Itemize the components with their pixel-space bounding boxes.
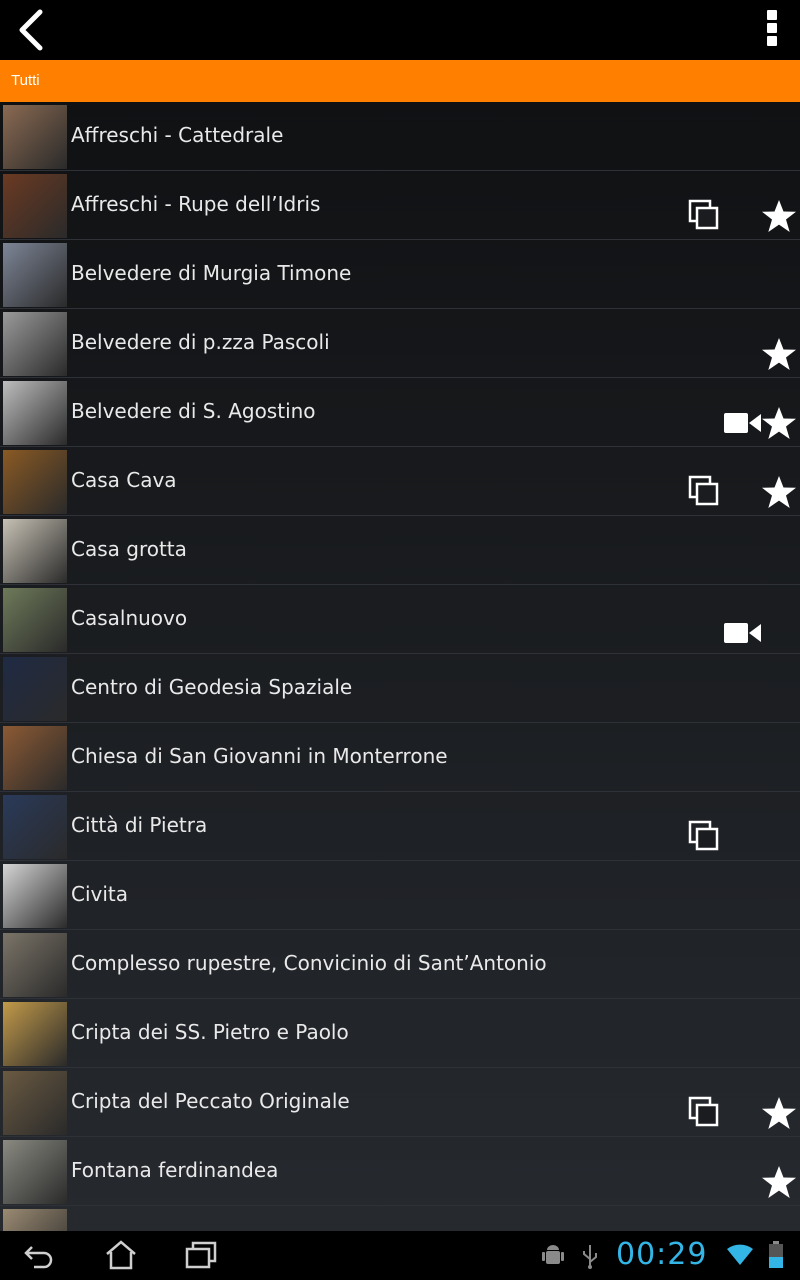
item-thumbnail xyxy=(3,312,67,376)
list-item[interactable]: Complesso rupestre, Convicinio di Sant’A… xyxy=(0,930,800,999)
list-item[interactable]: Chiesa di San Giovanni in Monterrone xyxy=(0,723,800,792)
filter-bar[interactable]: Tutti xyxy=(0,60,800,102)
nav-home-icon[interactable] xyxy=(104,1239,138,1271)
star-icon xyxy=(761,1165,797,1199)
list-item[interactable]: Belvedere di Murgia Timone xyxy=(0,240,800,309)
item-title: Cripta dei SS. Pietro e Paolo xyxy=(71,1020,349,1044)
usb-icon xyxy=(580,1243,600,1273)
poi-list[interactable]: Affreschi - Cattedrale Affreschi - Rupe d… xyxy=(0,102,800,1231)
item-thumbnail xyxy=(3,588,67,652)
item-thumbnail xyxy=(3,519,67,583)
item-thumbnail xyxy=(3,795,67,859)
android-debug-icon xyxy=(541,1243,565,1273)
battery-icon xyxy=(768,1241,784,1273)
system-navigation-bar: 00:29 xyxy=(0,1231,800,1280)
video-camera-icon xyxy=(724,621,762,645)
item-title: Città di Pietra xyxy=(71,813,208,837)
video-camera-icon xyxy=(724,411,762,435)
gallery-icon xyxy=(688,199,720,231)
filter-label: Tutti xyxy=(11,72,40,89)
item-thumbnail xyxy=(3,105,67,169)
item-title: Civita xyxy=(71,882,129,906)
item-title: Affreschi - Rupe dell’Idris xyxy=(71,192,321,216)
list-item[interactable]: Centro di Geodesia Spaziale xyxy=(0,654,800,723)
overflow-menu-icon[interactable] xyxy=(758,8,786,52)
star-icon xyxy=(761,1096,797,1130)
action-bar xyxy=(0,0,800,60)
item-title: Belvedere di p.zza Pascoli xyxy=(71,330,330,354)
item-thumbnail xyxy=(3,1002,67,1066)
item-thumbnail xyxy=(3,243,67,307)
item-thumbnail xyxy=(3,933,67,997)
list-item[interactable]: Belvedere di S. Agostino xyxy=(0,378,800,447)
star-icon xyxy=(761,337,797,371)
back-chevron-icon[interactable] xyxy=(8,6,56,54)
star-icon xyxy=(761,406,797,440)
item-thumbnail xyxy=(3,1071,67,1135)
item-title: Chiesa di San Giovanni in Monterrone xyxy=(71,744,448,768)
list-item[interactable] xyxy=(0,1206,800,1231)
list-item[interactable]: Cripta del Peccato Originale xyxy=(0,1068,800,1137)
item-thumbnail xyxy=(3,864,67,928)
item-thumbnail xyxy=(3,1209,67,1231)
list-item[interactable]: Casa Cava xyxy=(0,447,800,516)
item-thumbnail xyxy=(3,381,67,445)
item-title: Affreschi - Cattedrale xyxy=(71,123,284,147)
star-icon xyxy=(761,199,797,233)
star-icon xyxy=(761,475,797,509)
list-item[interactable]: Città di Pietra xyxy=(0,792,800,861)
item-title: Complesso rupestre, Convicinio di Sant’A… xyxy=(71,951,547,975)
item-title: Cripta del Peccato Originale xyxy=(71,1089,350,1113)
list-item[interactable]: Fontana ferdinandea xyxy=(0,1137,800,1206)
gallery-icon xyxy=(688,1096,720,1128)
item-title: Belvedere di S. Agostino xyxy=(71,399,316,423)
nav-recents-icon[interactable] xyxy=(184,1239,218,1271)
list-item[interactable]: Affreschi - Cattedrale xyxy=(0,102,800,171)
gallery-icon xyxy=(688,475,720,507)
item-thumbnail xyxy=(3,1140,67,1204)
item-title: Casa grotta xyxy=(71,537,187,561)
item-thumbnail xyxy=(3,657,67,721)
list-item[interactable]: Casalnuovo xyxy=(0,585,800,654)
list-item[interactable]: Casa grotta xyxy=(0,516,800,585)
wifi-icon xyxy=(726,1241,754,1271)
nav-back-icon[interactable] xyxy=(22,1239,56,1271)
gallery-icon xyxy=(688,820,720,852)
item-title: Fontana ferdinandea xyxy=(71,1158,279,1182)
list-item[interactable]: Cripta dei SS. Pietro e Paolo xyxy=(0,999,800,1068)
list-item[interactable]: Belvedere di p.zza Pascoli xyxy=(0,309,800,378)
item-thumbnail xyxy=(3,174,67,238)
item-title: Casalnuovo xyxy=(71,606,188,630)
item-title: Belvedere di Murgia Timone xyxy=(71,261,352,285)
item-title: Centro di Geodesia Spaziale xyxy=(71,675,353,699)
list-item[interactable]: Affreschi - Rupe dell’Idris xyxy=(0,171,800,240)
item-thumbnail xyxy=(3,726,67,790)
item-title: Casa Cava xyxy=(71,468,177,492)
list-item[interactable]: Civita xyxy=(0,861,800,930)
item-thumbnail xyxy=(3,450,67,514)
status-clock: 00:29 xyxy=(616,1237,708,1272)
